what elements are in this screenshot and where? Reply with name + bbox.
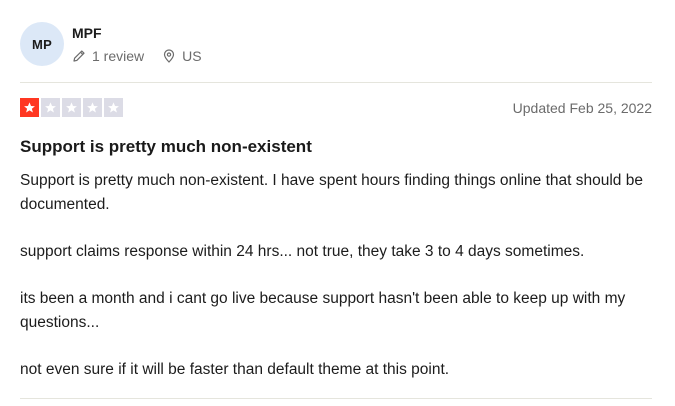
review-paragraph: its been a month and i cant go live beca… [20, 290, 626, 331]
reviewer-meta: 1 review US [72, 48, 202, 64]
review-title[interactable]: Support is pretty much non-existent [20, 137, 312, 157]
star-icon [83, 98, 102, 117]
review-count: 1 review [92, 48, 145, 64]
rating-row: Updated Feb 25, 2022 [20, 98, 652, 118]
star-icon [62, 98, 81, 117]
divider [20, 82, 652, 83]
star-icon [41, 98, 60, 117]
review-paragraph: support claims response within 24 hrs...… [20, 243, 585, 260]
star-icon [20, 98, 39, 117]
star-icon [104, 98, 123, 117]
location-pin-icon [162, 49, 176, 63]
review-paragraph: not even sure if it will be faster than … [20, 361, 450, 378]
reviewer-name[interactable]: MPF [72, 25, 102, 41]
reviewer-header: MP MPF 1 review US [20, 22, 652, 68]
review-card: MP MPF 1 review US Updated Feb 25, 2022 [20, 0, 652, 406]
reviewer-location: US [182, 48, 202, 64]
pencil-icon [72, 49, 86, 63]
divider [20, 398, 652, 399]
avatar[interactable]: MP [20, 22, 64, 66]
review-body: Support is pretty much non-existent. I h… [20, 169, 652, 405]
updated-date: Updated Feb 25, 2022 [512, 100, 652, 116]
review-paragraph: Support is pretty much non-existent. I h… [20, 172, 643, 213]
